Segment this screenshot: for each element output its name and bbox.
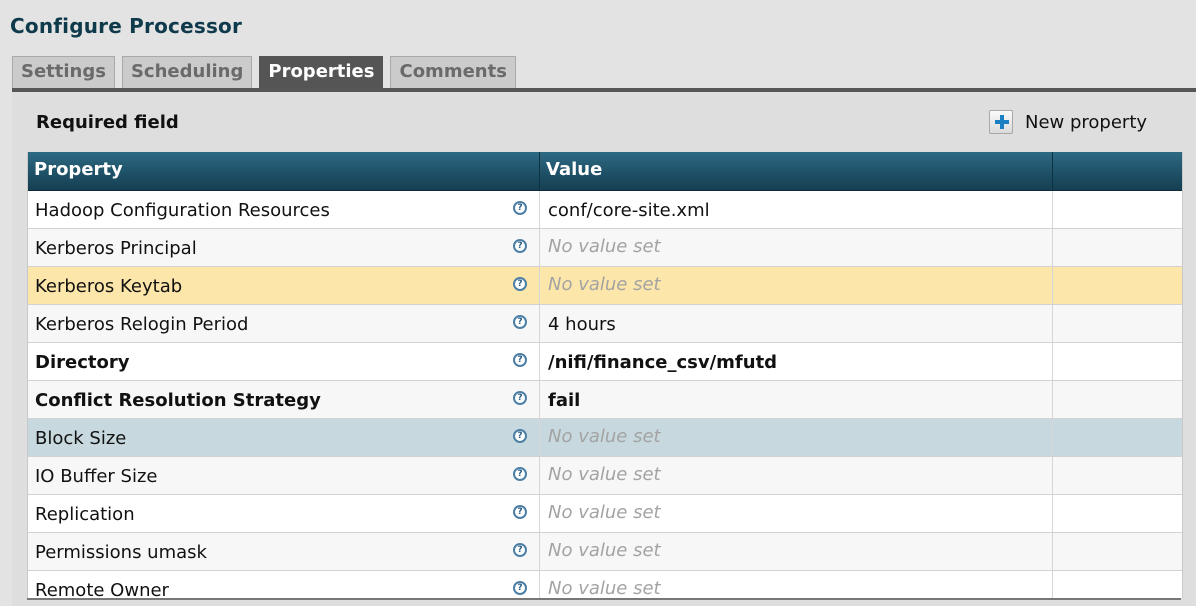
table-row[interactable]: IO Buffer Size? No value set — [28, 457, 1182, 495]
help-icon[interactable]: ? — [513, 239, 527, 253]
property-name: Replication — [35, 504, 135, 525]
table-row[interactable]: Conflict Resolution Strategy? fail — [28, 381, 1182, 419]
column-header-property[interactable]: Property — [28, 152, 540, 190]
tab-comments[interactable]: Comments — [390, 56, 516, 88]
property-actions-cell — [1053, 457, 1182, 494]
property-actions-cell — [1053, 343, 1182, 380]
tab-properties[interactable]: Properties — [259, 56, 384, 88]
property-value-cell[interactable]: 4 hours — [540, 305, 1053, 342]
property-name-cell: Hadoop Configuration Resources? — [28, 191, 540, 228]
table-bottom-border — [27, 598, 1181, 600]
property-name: IO Buffer Size — [35, 466, 158, 487]
new-property-button[interactable]: New property — [989, 110, 1147, 134]
table-row[interactable]: Replication? No value set — [28, 495, 1182, 533]
tab-settings[interactable]: Settings — [12, 56, 115, 88]
help-icon[interactable]: ? — [513, 467, 527, 481]
property-name: Block Size — [35, 428, 127, 449]
tab-scheduling[interactable]: Scheduling — [121, 56, 253, 88]
property-actions-cell — [1053, 267, 1182, 304]
help-icon[interactable]: ? — [513, 391, 527, 405]
property-value-cell[interactable]: No value set — [540, 419, 1053, 456]
help-icon[interactable]: ? — [513, 201, 527, 215]
property-name: Kerberos Keytab — [35, 276, 183, 297]
help-icon[interactable]: ? — [513, 353, 527, 367]
property-value[interactable]: fail — [548, 390, 580, 411]
property-value-placeholder[interactable]: No value set — [548, 464, 661, 485]
property-actions-cell — [1053, 533, 1182, 570]
property-name: Directory — [35, 352, 130, 373]
property-value-cell[interactable]: conf/core-site.xml — [540, 191, 1053, 228]
property-name-cell: Kerberos Principal? — [28, 229, 540, 266]
plus-icon[interactable] — [989, 110, 1013, 134]
property-value-placeholder[interactable]: No value set — [548, 426, 661, 447]
property-value-placeholder[interactable]: No value set — [548, 236, 661, 257]
property-actions-cell — [1053, 419, 1182, 456]
table-header: Property Value — [28, 152, 1182, 191]
help-icon[interactable]: ? — [513, 277, 527, 291]
table-row[interactable]: Kerberos Keytab? No value set — [28, 267, 1182, 305]
property-value-placeholder[interactable]: No value set — [548, 274, 661, 295]
property-name: Conflict Resolution Strategy — [35, 390, 321, 411]
table-row[interactable]: Remote Owner? No value set — [28, 571, 1182, 598]
column-header-actions — [1053, 152, 1182, 190]
property-name-cell: Directory? — [28, 343, 540, 380]
help-icon[interactable]: ? — [513, 315, 527, 329]
property-name-cell: Conflict Resolution Strategy? — [28, 381, 540, 418]
table-body: Hadoop Configuration Resources? conf/core… — [28, 191, 1182, 598]
property-value-cell[interactable]: No value set — [540, 229, 1053, 266]
property-name-cell: Block Size? — [28, 419, 540, 456]
property-value-placeholder[interactable]: No value set — [548, 540, 661, 561]
property-name-cell: Replication? — [28, 495, 540, 532]
properties-table: Property Value Hadoop Configuration Reso… — [27, 152, 1183, 598]
new-property-label[interactable]: New property — [1025, 112, 1147, 133]
property-value[interactable]: conf/core-site.xml — [548, 200, 710, 221]
property-value[interactable]: /nifi/finance_csv/mfutd — [548, 352, 777, 373]
property-name: Remote Owner — [35, 580, 169, 598]
dialog-title: Configure Processor — [10, 14, 243, 38]
property-value-cell[interactable]: fail — [540, 381, 1053, 418]
property-name-cell: Kerberos Keytab? — [28, 267, 540, 304]
table-row[interactable]: Permissions umask? No value set — [28, 533, 1182, 571]
tab-bar: Settings Scheduling Properties Comments — [12, 56, 523, 88]
property-name: Permissions umask — [35, 542, 207, 563]
property-name: Kerberos Principal — [35, 238, 197, 259]
property-name-cell: Remote Owner? — [28, 571, 540, 598]
required-field-label: Required field — [36, 112, 179, 133]
table-row[interactable]: Block Size? No value set — [28, 419, 1182, 457]
property-actions-cell — [1053, 381, 1182, 418]
property-value-cell[interactable]: No value set — [540, 267, 1053, 304]
table-row[interactable]: Hadoop Configuration Resources? conf/core… — [28, 191, 1182, 229]
property-actions-cell — [1053, 191, 1182, 228]
help-icon[interactable]: ? — [513, 429, 527, 443]
property-name-cell: Permissions umask? — [28, 533, 540, 570]
property-name: Kerberos Relogin Period — [35, 314, 249, 335]
property-value-cell[interactable]: No value set — [540, 457, 1053, 494]
property-name: Hadoop Configuration Resources — [35, 200, 330, 221]
property-value[interactable]: 4 hours — [548, 314, 616, 335]
property-value-placeholder[interactable]: No value set — [548, 502, 661, 523]
property-value-cell[interactable]: No value set — [540, 495, 1053, 532]
help-icon[interactable]: ? — [513, 505, 527, 519]
property-actions-cell — [1053, 305, 1182, 342]
property-value-placeholder[interactable]: No value set — [548, 578, 661, 598]
property-actions-cell — [1053, 571, 1182, 598]
property-value-cell[interactable]: No value set — [540, 571, 1053, 598]
column-header-value[interactable]: Value — [540, 152, 1053, 190]
property-name-cell: Kerberos Relogin Period? — [28, 305, 540, 342]
help-icon[interactable]: ? — [513, 543, 527, 557]
table-row[interactable]: Directory? /nifi/finance_csv/mfutd — [28, 343, 1182, 381]
table-row[interactable]: Kerberos Relogin Period? 4 hours — [28, 305, 1182, 343]
property-name-cell: IO Buffer Size? — [28, 457, 540, 494]
property-actions-cell — [1053, 495, 1182, 532]
property-actions-cell — [1053, 229, 1182, 266]
property-value-cell[interactable]: /nifi/finance_csv/mfutd — [540, 343, 1053, 380]
help-icon[interactable]: ? — [513, 581, 527, 595]
table-row[interactable]: Kerberos Principal? No value set — [28, 229, 1182, 267]
property-value-cell[interactable]: No value set — [540, 533, 1053, 570]
